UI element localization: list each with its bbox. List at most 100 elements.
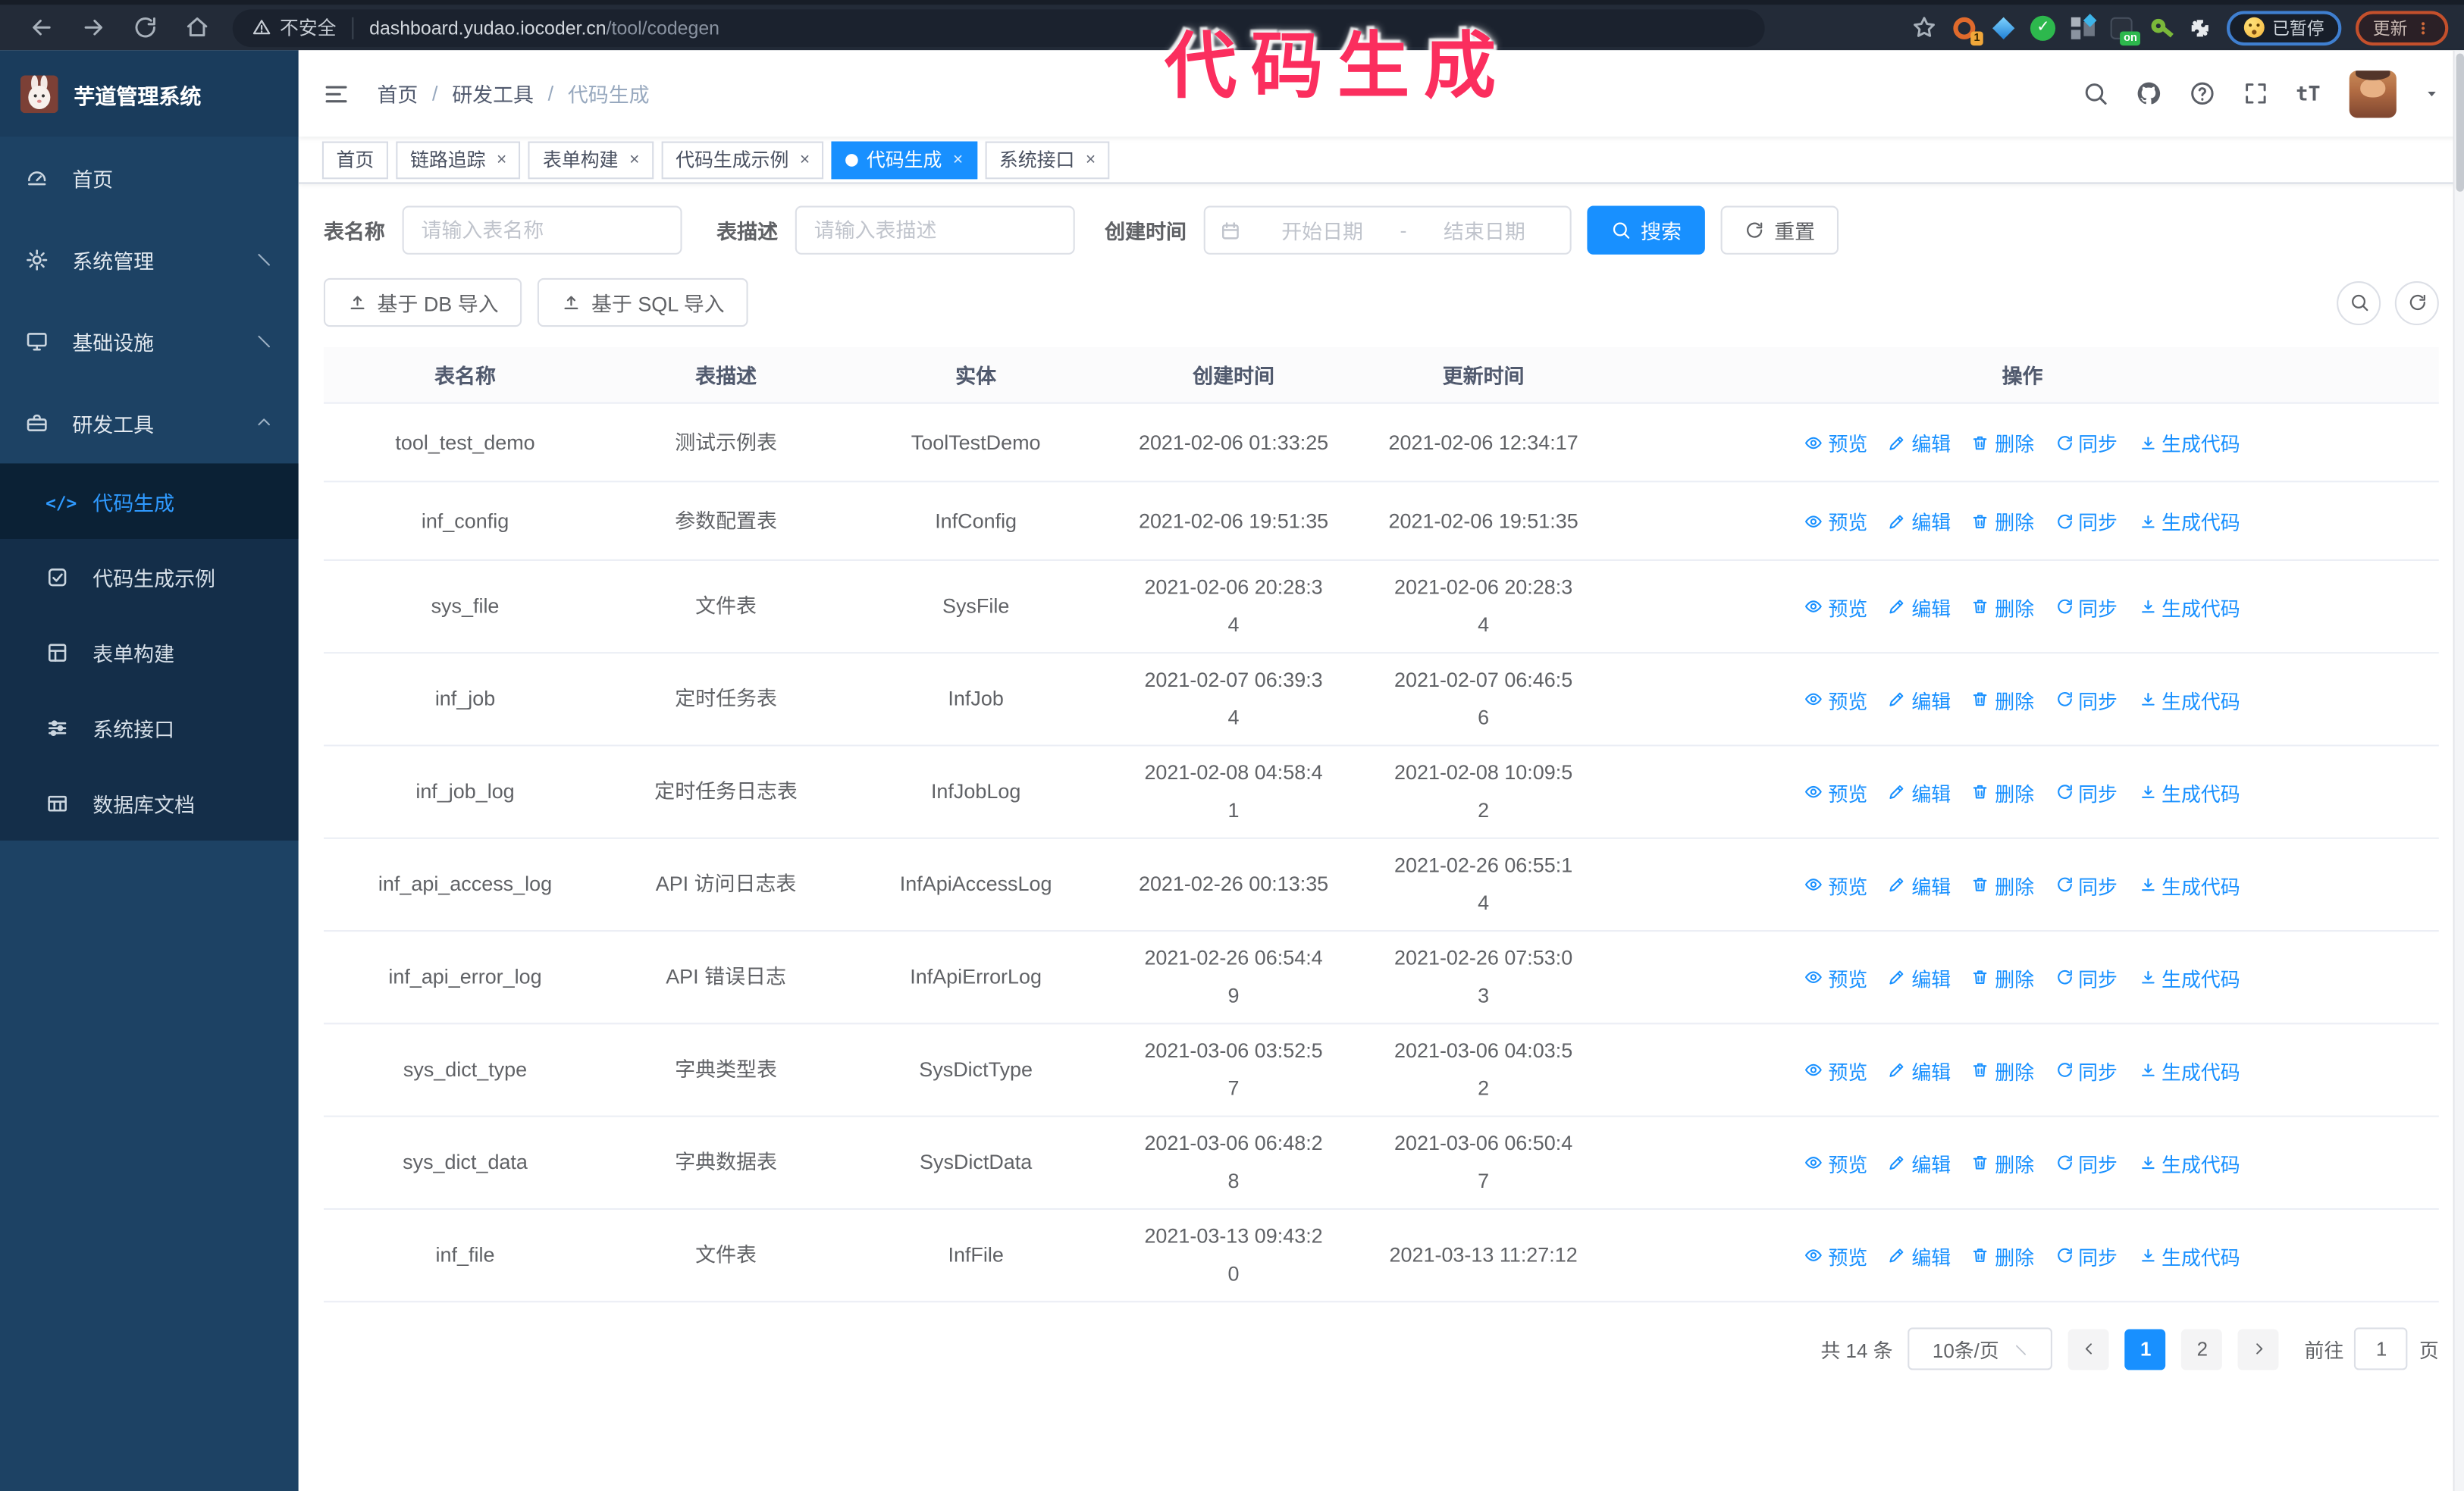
action-sync-link[interactable]: 同步 — [2055, 1055, 2118, 1085]
tab-close-icon[interactable]: × — [629, 150, 639, 169]
extension-check-icon[interactable]: ✓ — [2030, 14, 2056, 40]
logo-row[interactable]: 芋道管理系统 — [0, 50, 299, 137]
action-edit-link[interactable]: 编辑 — [1888, 506, 1951, 535]
action-delete-link[interactable]: 删除 — [1971, 1148, 2034, 1177]
search-icon[interactable] — [2082, 80, 2108, 107]
action-delete-link[interactable]: 删除 — [1971, 1055, 2034, 1085]
extension-orange-icon[interactable]: 1 — [1951, 15, 1983, 45]
extension-gem-icon[interactable] — [1991, 15, 2016, 40]
action-eye-link[interactable]: 预览 — [1804, 963, 1867, 992]
action-edit-link[interactable]: 编辑 — [1888, 591, 1951, 621]
action-delete-link[interactable]: 删除 — [1971, 428, 2034, 457]
github-icon[interactable] — [2136, 80, 2162, 107]
action-eye-link[interactable]: 预览 — [1804, 777, 1867, 807]
sidebar-item-system-api[interactable]: 系统接口 — [0, 690, 299, 765]
import-sql-button[interactable]: 基于 SQL 导入 — [538, 277, 748, 327]
action-download-link[interactable]: 生成代码 — [2138, 777, 2240, 807]
action-download-link[interactable]: 生成代码 — [2138, 506, 2240, 535]
breadcrumb-devtools[interactable]: 研发工具 — [452, 79, 534, 108]
action-sync-link[interactable]: 同步 — [2055, 1148, 2118, 1177]
browser-forward-icon[interactable] — [80, 14, 107, 41]
prev-page-button[interactable] — [2068, 1328, 2110, 1370]
action-delete-link[interactable]: 删除 — [1971, 506, 2034, 535]
tab-系统接口[interactable]: 系统接口 × — [985, 140, 1110, 179]
sidebar-item-home[interactable]: 首页 — [0, 136, 299, 218]
browser-update-button[interactable]: 更新 — [2355, 10, 2449, 45]
page-button-2[interactable]: 2 — [2181, 1328, 2223, 1370]
address-bar[interactable]: 不安全 dashboard.yudao.iocoder.cn/tool/code… — [232, 8, 1765, 47]
action-delete-link[interactable]: 删除 — [1971, 684, 2034, 714]
action-download-link[interactable]: 生成代码 — [2138, 963, 2240, 992]
action-edit-link[interactable]: 编辑 — [1888, 428, 1951, 457]
action-delete-link[interactable]: 删除 — [1971, 869, 2034, 899]
tab-close-icon[interactable]: × — [800, 150, 810, 169]
action-edit-link[interactable]: 编辑 — [1888, 1055, 1951, 1085]
action-sync-link[interactable]: 同步 — [2055, 777, 2118, 807]
tab-代码生成示例[interactable]: 代码生成示例 × — [661, 140, 824, 179]
browser-reload-icon[interactable] — [132, 14, 158, 41]
tab-close-icon[interactable]: × — [953, 150, 963, 169]
sidebar-fold-icon[interactable] — [322, 80, 350, 108]
action-download-link[interactable]: 生成代码 — [2138, 869, 2240, 899]
action-download-link[interactable]: 生成代码 — [2138, 1148, 2240, 1177]
search-button[interactable]: 搜索 — [1587, 205, 1706, 255]
action-edit-link[interactable]: 编辑 — [1888, 684, 1951, 714]
tab-close-icon[interactable]: × — [1086, 150, 1096, 169]
action-eye-link[interactable]: 预览 — [1804, 591, 1867, 621]
action-sync-link[interactable]: 同步 — [2055, 591, 2118, 621]
sidebar-item-db-doc[interactable]: 数据库文档 — [0, 765, 299, 840]
action-download-link[interactable]: 生成代码 — [2138, 428, 2240, 457]
action-edit-link[interactable]: 编辑 — [1888, 777, 1951, 807]
action-edit-link[interactable]: 编辑 — [1888, 869, 1951, 899]
action-download-link[interactable]: 生成代码 — [2138, 1240, 2240, 1270]
page-scrollbar[interactable] — [2453, 50, 2464, 1491]
action-sync-link[interactable]: 同步 — [2055, 963, 2118, 992]
tab-表单构建[interactable]: 表单构建 × — [528, 140, 654, 179]
scrollbar-thumb[interactable] — [2456, 53, 2464, 192]
font-size-icon[interactable]: tT — [2296, 80, 2322, 107]
browser-home-icon[interactable] — [184, 14, 211, 41]
action-edit-link[interactable]: 编辑 — [1888, 963, 1951, 992]
sidebar-item-codegen-example[interactable]: 代码生成示例 — [0, 539, 299, 614]
refresh-table-button[interactable] — [2394, 280, 2439, 325]
extensions-puzzle-icon[interactable] — [2187, 15, 2212, 40]
reset-button[interactable]: 重置 — [1720, 205, 1839, 255]
extension-dark-icon[interactable]: on — [2109, 15, 2141, 45]
profile-chip[interactable]: 已暂停 — [2227, 10, 2342, 45]
action-eye-link[interactable]: 预览 — [1804, 506, 1867, 535]
action-edit-link[interactable]: 编辑 — [1888, 1240, 1951, 1270]
date-range-picker[interactable]: 开始日期 - 结束日期 — [1203, 205, 1572, 255]
page-button-1[interactable]: 1 — [2125, 1328, 2167, 1370]
action-eye-link[interactable]: 预览 — [1804, 1240, 1867, 1270]
action-download-link[interactable]: 生成代码 — [2138, 1055, 2240, 1085]
page-size-select[interactable]: 10条/页 — [1908, 1327, 2053, 1370]
next-page-button[interactable] — [2238, 1328, 2280, 1370]
browser-menu-kebab-icon[interactable] — [2415, 17, 2431, 39]
fullscreen-icon[interactable] — [2243, 80, 2269, 107]
help-icon[interactable] — [2189, 80, 2215, 107]
action-eye-link[interactable]: 预览 — [1804, 1055, 1867, 1085]
sidebar-item-system[interactable]: 系统管理 — [0, 218, 299, 300]
breadcrumb-home[interactable]: 首页 — [377, 79, 418, 108]
action-edit-link[interactable]: 编辑 — [1888, 1148, 1951, 1177]
avatar[interactable] — [2349, 70, 2397, 117]
table-desc-input[interactable] — [795, 205, 1075, 255]
action-eye-link[interactable]: 预览 — [1804, 869, 1867, 899]
tab-代码生成[interactable]: 代码生成 × — [832, 140, 977, 179]
action-delete-link[interactable]: 删除 — [1971, 777, 2034, 807]
action-eye-link[interactable]: 预览 — [1804, 428, 1867, 457]
action-sync-link[interactable]: 同步 — [2055, 869, 2118, 899]
action-delete-link[interactable]: 删除 — [1971, 1240, 2034, 1270]
action-delete-link[interactable]: 删除 — [1971, 963, 2034, 992]
bookmark-star-icon[interactable] — [1911, 14, 1937, 41]
sidebar-item-form-build[interactable]: 表单构建 — [0, 614, 299, 689]
toggle-search-button[interactable] — [2337, 280, 2381, 325]
action-sync-link[interactable]: 同步 — [2055, 1240, 2118, 1270]
extension-key-icon[interactable] — [2148, 15, 2174, 40]
action-eye-link[interactable]: 预览 — [1804, 1148, 1867, 1177]
tab-close-icon[interactable]: × — [497, 150, 506, 169]
action-sync-link[interactable]: 同步 — [2055, 428, 2118, 457]
goto-page-input[interactable] — [2354, 1327, 2409, 1370]
action-sync-link[interactable]: 同步 — [2055, 506, 2118, 535]
tab-链路追踪[interactable]: 链路追踪 × — [396, 140, 522, 179]
